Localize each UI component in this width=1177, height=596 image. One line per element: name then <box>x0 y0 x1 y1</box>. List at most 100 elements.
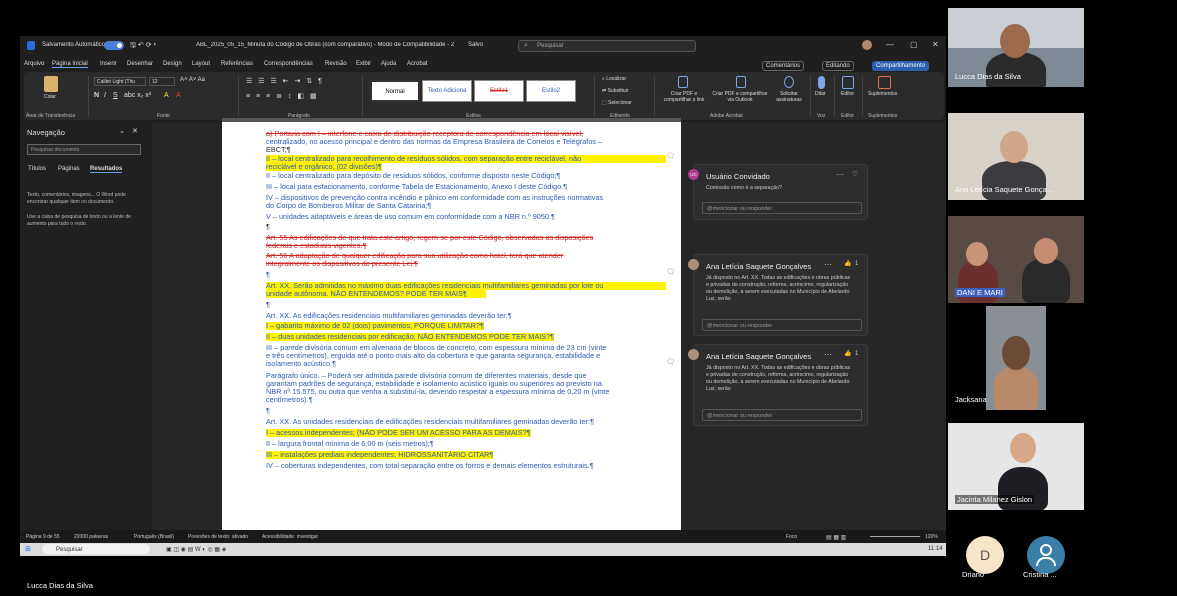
pdf-outlook-icon[interactable] <box>736 76 746 88</box>
menu-layout[interactable]: Layout <box>192 61 210 67</box>
status-accessibility[interactable]: Acessibilidade: investigar <box>262 534 318 540</box>
nav-close-icon[interactable]: ✕ <box>132 127 138 135</box>
addins-icon[interactable] <box>878 76 891 89</box>
maximize-icon[interactable]: ▢ <box>910 40 918 49</box>
share-button[interactable]: Compartilhamento <box>872 61 930 71</box>
doc-line: III – local para estacionamento, conform… <box>266 183 568 191</box>
addins-button[interactable]: Suplementos <box>868 91 897 97</box>
status-predictions[interactable]: Previsões de texto: ativado <box>188 534 248 540</box>
menu-referencias[interactable]: Referências <box>221 61 253 67</box>
nav-tab-resultados[interactable]: Resultados <box>90 166 123 173</box>
like-icon[interactable]: 👍 <box>844 350 851 357</box>
select-button[interactable]: ⬚ Selecionar <box>602 100 632 106</box>
find-button[interactable]: ⌕ Localizar <box>602 76 626 82</box>
editor-icon[interactable] <box>842 76 854 89</box>
pdf-link-icon[interactable] <box>678 76 688 88</box>
autosave-toggle[interactable] <box>104 41 124 50</box>
comment-marker-icon[interactable]: 🗨 <box>666 358 675 366</box>
font-size-select[interactable]: 12 <box>149 77 175 86</box>
save-icon[interactable]: 🖫 ↶ ⟳ ▾ <box>130 41 156 52</box>
like-icon[interactable]: ♡ <box>852 170 858 178</box>
replace-label: Substituir <box>607 88 629 94</box>
windows-start-icon[interactable]: ⊞ <box>25 545 31 553</box>
participant-avatar[interactable] <box>1027 536 1065 574</box>
video-tile[interactable]: Ana Letícia Saquete Gonça... <box>948 113 1084 200</box>
status-focus[interactable]: Foco <box>786 534 797 540</box>
zoom-slider[interactable] <box>870 536 920 537</box>
doc-line: Parágrafo único. – Poderá ser admitida p… <box>266 372 587 380</box>
format-bold-icon[interactable]: N <box>94 92 99 99</box>
document-page[interactable]: a) Portaria com I – interfone e caixa de… <box>222 122 681 530</box>
comment-marker-icon[interactable]: 🗨 <box>666 152 675 160</box>
style-estilo2[interactable]: Estilo2 <box>526 80 576 102</box>
menu-acrobat[interactable]: Acrobat <box>407 61 428 67</box>
replace-button[interactable]: ⇄ Substituir <box>602 88 628 94</box>
menu-correspondencias[interactable]: Correspondências <box>264 61 313 67</box>
comment-reply-input[interactable]: @mencionar ou responder <box>702 202 862 214</box>
view-buttons-icon[interactable]: ▤ ▦ ▥ <box>826 534 846 541</box>
status-words[interactable]: 22000 palavras <box>74 534 108 540</box>
taskbar-apps-icon[interactable]: ▣ ◫ ◉ ▤ W ◐ ◎ ▦ ◈ <box>166 546 226 553</box>
more-icon[interactable]: ⋯ <box>836 170 844 179</box>
like-icon[interactable]: 👍 <box>844 260 851 267</box>
menu-inserir[interactable]: Inserir <box>100 61 117 67</box>
pdf-link-button[interactable]: Criar PDF e compartilhar o link <box>660 91 708 103</box>
style-texto-adicionado[interactable]: Texto Adiciona <box>422 80 472 102</box>
menu-exibir[interactable]: Exibir <box>356 61 371 67</box>
nav-tab-titulos[interactable]: Títulos <box>28 166 46 172</box>
editing-button[interactable]: Editando <box>822 61 854 71</box>
doc-line: III – instalações prediais independentes… <box>266 451 516 459</box>
dictate-button[interactable]: Ditar <box>815 91 826 97</box>
comment-card[interactable]: UC Usuário Convidado ⋯ ♡ Comissão como é… <box>688 164 868 220</box>
microphone-icon[interactable] <box>818 76 825 89</box>
menu-revisao[interactable]: Revisão <box>325 61 347 67</box>
font-color-icon[interactable]: A <box>176 92 181 99</box>
video-tile[interactable]: DANI E MARI <box>948 216 1084 303</box>
status-language[interactable]: Português (Brasil) <box>134 534 174 540</box>
comment-reply-input[interactable]: @mencionar ou responder <box>702 319 862 331</box>
menu-arquivo[interactable]: Arquivo <box>24 61 44 67</box>
nav-search-input[interactable]: Pesquisar documento <box>27 144 141 155</box>
participant-avatar[interactable]: D <box>966 536 1004 574</box>
comments-button[interactable]: Comentários <box>762 61 805 71</box>
paste-label[interactable]: Colar <box>44 94 56 100</box>
format-misc-icon[interactable]: abc x₂ x² <box>124 92 151 99</box>
nav-tab-paginas[interactable]: Páginas <box>58 166 80 172</box>
comment-marker-icon[interactable]: 🗨 <box>666 268 675 276</box>
user-avatar[interactable] <box>862 40 872 50</box>
format-italic-icon[interactable]: I <box>104 92 106 99</box>
menu-ajuda[interactable]: Ajuda <box>381 61 396 67</box>
comment-card[interactable]: Ana Letícia Saquete Gonçalves ⋯ 👍 1 Já d… <box>688 344 868 426</box>
comment-reply-input[interactable]: @mencionar ou responder <box>702 409 862 421</box>
format-underline-icon[interactable]: S <box>113 92 118 99</box>
taskbar-search-input[interactable]: Pesquisar <box>42 544 150 554</box>
comment-card[interactable]: Ana Letícia Saquete Gonçalves ⋯ 👍 1 Já d… <box>688 254 868 336</box>
menu-pagina-inicial[interactable]: Página Inicial <box>52 61 88 68</box>
menu-desenhar[interactable]: Desenhar <box>127 61 153 67</box>
font-size-buttons-icon[interactable]: A˄ A˅ Aa <box>180 77 205 83</box>
list-buttons-icon[interactable]: ☰ ☰ ☰ ⇤ ⇥ ⇅ ¶ <box>246 77 324 85</box>
sign-icon[interactable] <box>784 76 794 88</box>
paste-icon[interactable] <box>44 76 58 92</box>
font-name-select[interactable]: Calibri Light (Títu <box>94 77 146 86</box>
participant-name: Driano <box>962 570 985 579</box>
more-icon[interactable]: ⋯ <box>824 350 832 359</box>
video-tile[interactable]: Jacinta Milanez Gislon <box>948 423 1084 510</box>
sign-button[interactable]: Solicitar assinaturas <box>770 91 808 103</box>
title-search-input[interactable]: ⌕ Pesquisar <box>518 40 696 52</box>
status-page[interactable]: Página 9 de 55 <box>26 534 60 540</box>
style-normal[interactable]: Normal <box>370 80 420 102</box>
more-icon[interactable]: ⋯ <box>824 260 832 269</box>
close-icon[interactable]: ✕ <box>932 40 939 49</box>
minimize-icon[interactable]: — <box>886 40 894 49</box>
pdf-outlook-button[interactable]: Criar PDF e compartilhar via Outlook <box>712 91 768 103</box>
menu-design[interactable]: Design <box>163 61 182 67</box>
video-tile[interactable]: Lucca Dias da Silva <box>948 8 1084 87</box>
editor-button[interactable]: Editor <box>841 91 854 97</box>
video-tile[interactable] <box>986 306 1046 410</box>
align-buttons-icon[interactable]: ≡ ≡ ≡ ≣ ↕ ◧ ▦ <box>246 92 319 100</box>
style-estilo1[interactable]: Estilo1 <box>474 80 524 102</box>
status-zoom[interactable]: 120% <box>925 534 938 540</box>
highlight-icon[interactable]: A <box>164 92 169 99</box>
nav-options-icon[interactable]: ⌄ <box>119 127 125 135</box>
